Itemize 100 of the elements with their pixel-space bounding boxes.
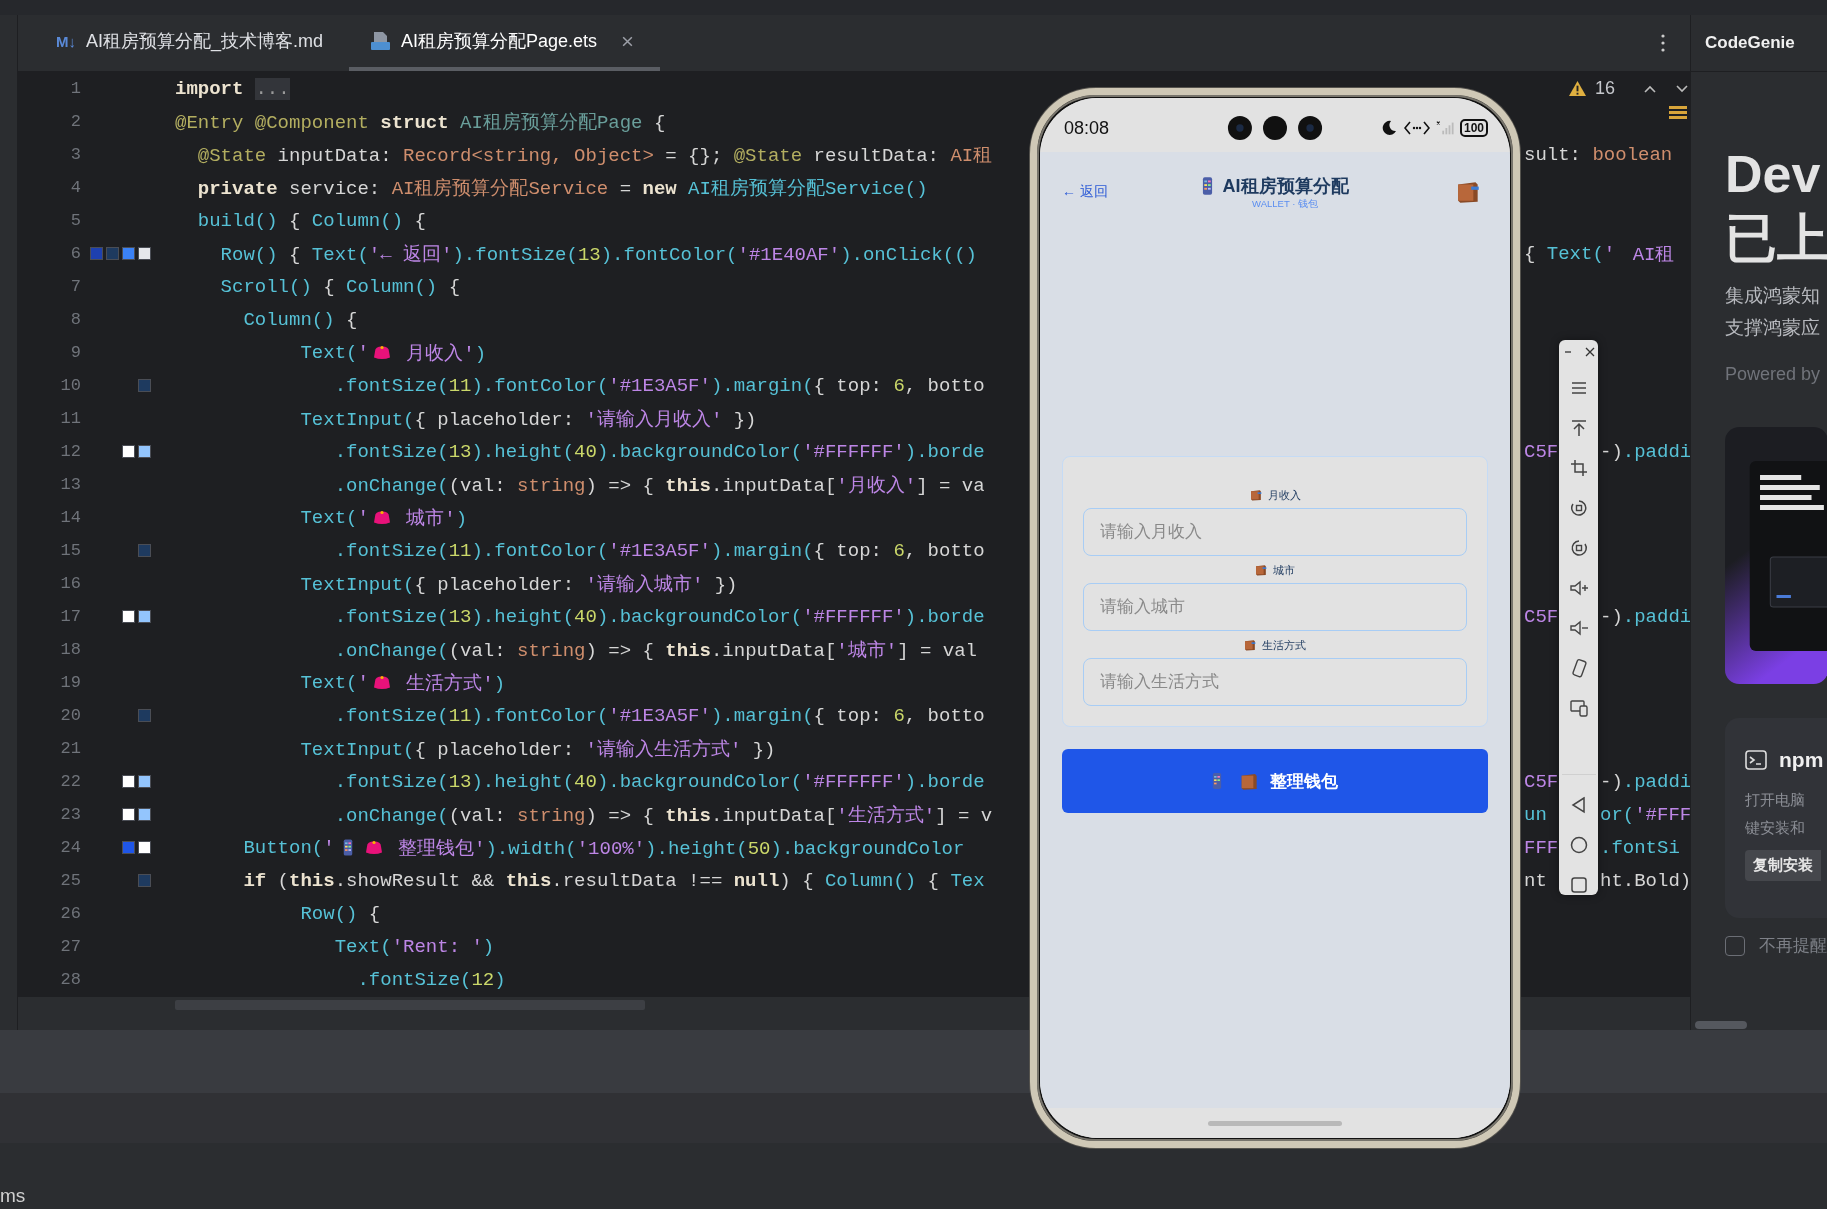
description-text: 支撑鸿蒙应 (1725, 316, 1820, 340)
color-swatch[interactable] (122, 841, 135, 854)
devices-icon[interactable] (1568, 698, 1589, 718)
color-swatch[interactable] (122, 775, 135, 788)
line-number: 28 (59, 970, 82, 989)
back-link[interactable]: ← 返回 (1062, 183, 1202, 201)
code-text: .onChange((val: string) => { this.inputData['生活方式'] = v (333, 803, 993, 828)
code-text: .fontSize(13).height(40).backgroundColor('#FFFFFF').borde (333, 605, 985, 628)
volume-up-icon[interactable] (1568, 578, 1589, 598)
wallet-icon (1255, 564, 1268, 576)
crop-icon[interactable] (1568, 458, 1589, 478)
code-text: 生活方式') (405, 671, 506, 696)
line-number: 1 (69, 79, 82, 98)
app-subtitle: WALLET · 钱包 (1252, 197, 1318, 211)
color-swatch[interactable] (138, 610, 151, 623)
code-text: @Entry @Component struct AI租房预算分配Page { (175, 110, 666, 135)
line-number: 20 (59, 706, 82, 725)
code-text: nt (1524, 869, 1547, 892)
color-swatch[interactable] (138, 709, 151, 722)
code-text: un (1524, 803, 1547, 826)
file-tab[interactable]: M↓ AI租房预算分配_技术博客.md (36, 15, 350, 71)
line-number: 2 (69, 112, 82, 131)
terminal-icon (1745, 750, 1767, 770)
code-text: TextInput({ placeholder: '请输入月收入' }) (299, 407, 757, 432)
code-text: { Text(' (1524, 242, 1616, 265)
color-swatch[interactable] (138, 808, 151, 821)
rotate-left-icon[interactable] (1568, 498, 1589, 518)
code-text: .fontSize(12) (356, 968, 506, 991)
status-time: 08:08 (1064, 117, 1110, 139)
code-text: .onChange((val: string) => { this.inputData['城市'] = val (333, 638, 977, 663)
color-swatch[interactable] (138, 445, 151, 458)
phone-icon (1201, 175, 1213, 196)
line-number: 14 (59, 508, 82, 527)
chevron-down-icon[interactable] (1675, 83, 1690, 94)
wallet-icon (1240, 771, 1260, 791)
line-number: 19 (59, 673, 82, 692)
color-swatch[interactable] (122, 808, 135, 821)
color-swatch[interactable] (122, 610, 135, 623)
home-icon[interactable] (1568, 835, 1589, 855)
line-number: 6 (69, 244, 82, 263)
more-icon[interactable] (1660, 33, 1666, 53)
line-number: 26 (59, 904, 82, 923)
wallet-icon (1244, 639, 1257, 651)
code-text: -).paddi (1600, 440, 1690, 463)
code-text: @State inputData: Record<string, Object> = {}; @State resultData: AI租 (196, 143, 993, 168)
color-swatch[interactable] (138, 544, 151, 557)
checkbox[interactable] (1725, 935, 1745, 956)
field-label: 生活方式 (1262, 637, 1306, 653)
copy-button[interactable]: 复制安装 (1745, 850, 1821, 881)
code-icon (1403, 120, 1430, 136)
color-swatch[interactable] (122, 445, 135, 458)
code-text: Row() { (299, 902, 381, 925)
line-number: 23 (59, 805, 82, 824)
warning-icon[interactable] (1568, 80, 1587, 97)
line-number: 25 (59, 871, 82, 890)
recents-icon[interactable] (1568, 875, 1589, 895)
color-swatch[interactable] (138, 775, 151, 788)
code-text: .fontSize(13).height(40).backgroundColor('#FFFFFF').borde (333, 440, 985, 463)
color-swatch[interactable] (138, 874, 151, 887)
close-icon[interactable] (621, 34, 635, 48)
purse-icon (371, 344, 392, 361)
code-text: .fontSize(11).fontColor('#1E3A5F').margin({ top: 6, botto (333, 539, 985, 562)
code-text: -).paddi (1600, 770, 1690, 793)
color-swatch[interactable] (138, 379, 151, 392)
card-text: 打开电脑 (1745, 790, 1805, 810)
chevron-up-icon[interactable] (1643, 83, 1658, 94)
close-icon[interactable] (1583, 346, 1596, 358)
code-text: build() { Column() { (196, 209, 426, 232)
color-swatch[interactable] (90, 247, 103, 260)
input-field[interactable]: 请输入生活方式 (1083, 658, 1467, 706)
checkbox-label: 不再提醒 (1759, 935, 1827, 957)
line-number: 18 (59, 640, 82, 659)
volume-down-icon[interactable] (1568, 618, 1589, 638)
scrollbar[interactable] (1695, 1021, 1747, 1029)
code-text: AI租 (1631, 242, 1675, 267)
wallet-icon (1249, 489, 1263, 501)
line-number: 7 (69, 277, 82, 296)
card-text: 键安装和 (1745, 818, 1805, 838)
code-text: C5F (1524, 440, 1559, 463)
input-field[interactable]: 请输入月收入 (1083, 508, 1467, 556)
code-text: .fontSize(11).fontColor('#1E3A5F').margin({ top: 6, botto (333, 374, 985, 397)
input-field[interactable]: 请输入城市 (1083, 583, 1467, 631)
line-number: 13 (59, 475, 82, 494)
warning-count: 16 (1595, 78, 1616, 99)
battery-indicator: 100 (1459, 119, 1488, 137)
code-text: Text(' (299, 341, 369, 364)
code-text: Text(' (299, 671, 369, 694)
analysis-icon[interactable] (1669, 106, 1687, 120)
powered-by-text: Powered by (1725, 364, 1821, 385)
code-text: Text(' (299, 506, 369, 529)
field-label: 城市 (1273, 562, 1295, 578)
color-swatch[interactable] (122, 247, 135, 260)
color-swatch[interactable] (138, 247, 151, 260)
color-swatch[interactable] (106, 247, 119, 260)
line-number: 5 (69, 211, 82, 230)
organize-wallet-button[interactable]: 整理钱包 (1062, 749, 1488, 813)
code-text: .fontSi (1600, 836, 1680, 859)
color-swatch[interactable] (138, 841, 151, 854)
code-text: or('#FFF (1600, 803, 1690, 826)
code-text: TextInput({ placeholder: '请输入城市' }) (299, 572, 738, 597)
